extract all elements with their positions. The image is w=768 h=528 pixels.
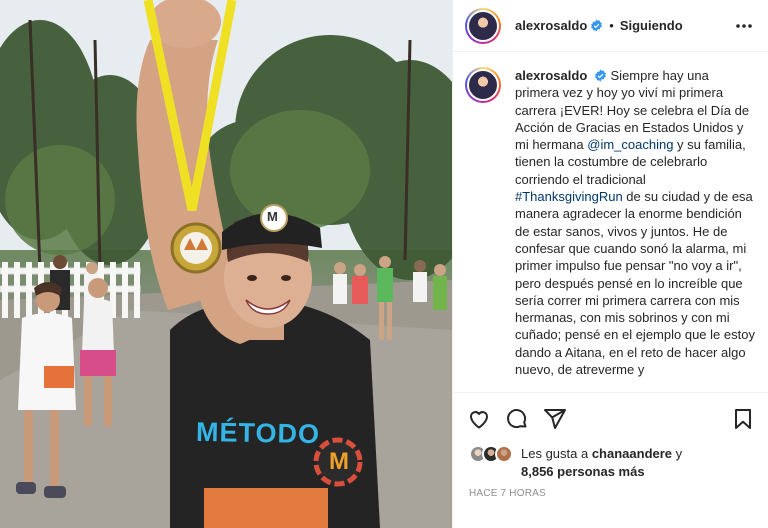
shirt-text: MÉTODO: [195, 416, 321, 450]
header-separator: •: [609, 18, 614, 33]
verified-badge-icon: [590, 19, 603, 32]
header-username[interactable]: alexrosaldo: [515, 18, 587, 33]
instagram-post-view: MÉTODO M M alexrosaldo • Siguiendo alexr…: [0, 0, 768, 528]
caption-text: alexrosaldo Siempre hay una primera vez …: [515, 67, 755, 391]
comment-icon[interactable]: [505, 407, 529, 431]
profile-avatar[interactable]: [465, 7, 501, 44]
post-header: alexrosaldo • Siguiendo: [453, 0, 768, 52]
action-icons-row: [467, 407, 757, 431]
more-horizontal-icon[interactable]: [733, 16, 755, 36]
likes-middle: y: [672, 446, 683, 461]
likes-count[interactable]: 8,856 personas más: [521, 464, 645, 479]
profile-avatar-image: [467, 9, 499, 42]
caption-avatar-image: [467, 69, 499, 101]
likes-row: Les gusta a chanaandere y 8,856 personas…: [469, 445, 682, 481]
post-photo[interactable]: MÉTODO M M: [0, 0, 452, 528]
likes-text: Les gusta a chanaandere y 8,856 personas…: [521, 445, 682, 481]
send-icon[interactable]: [543, 407, 567, 431]
bookmark-icon[interactable]: [731, 407, 755, 431]
post-timestamp[interactable]: HACE 7 HORAS: [469, 488, 546, 499]
caption-body-3: de su ciudad y de esa manera agradecer l…: [515, 189, 755, 378]
caption-area: alexrosaldo Siempre hay una primera vez …: [453, 53, 768, 391]
caption-mention-link[interactable]: @im_coaching: [587, 137, 673, 152]
liked-by-username[interactable]: chanaandere: [592, 446, 672, 461]
post-side-panel: alexrosaldo • Siguiendo alexrosaldo Siem…: [452, 0, 768, 528]
post-actions: Les gusta a chanaandere y 8,856 personas…: [453, 392, 768, 522]
post-photo-illustration: [0, 0, 452, 528]
caption-avatar[interactable]: [465, 67, 501, 103]
shirt-badge-letter: M: [329, 448, 349, 475]
liker-avatars[interactable]: [469, 445, 521, 465]
liker-avatar: [495, 445, 513, 463]
following-button[interactable]: Siguiendo: [620, 18, 683, 33]
caption-username[interactable]: alexrosaldo: [515, 68, 587, 83]
likes-prefix: Les gusta a: [521, 446, 592, 461]
caption-verified-badge-icon: [594, 69, 607, 82]
cap-logo: M: [267, 209, 278, 224]
heart-icon[interactable]: [467, 407, 491, 431]
caption-hashtag-link[interactable]: #ThanksgivingRun: [515, 189, 623, 204]
